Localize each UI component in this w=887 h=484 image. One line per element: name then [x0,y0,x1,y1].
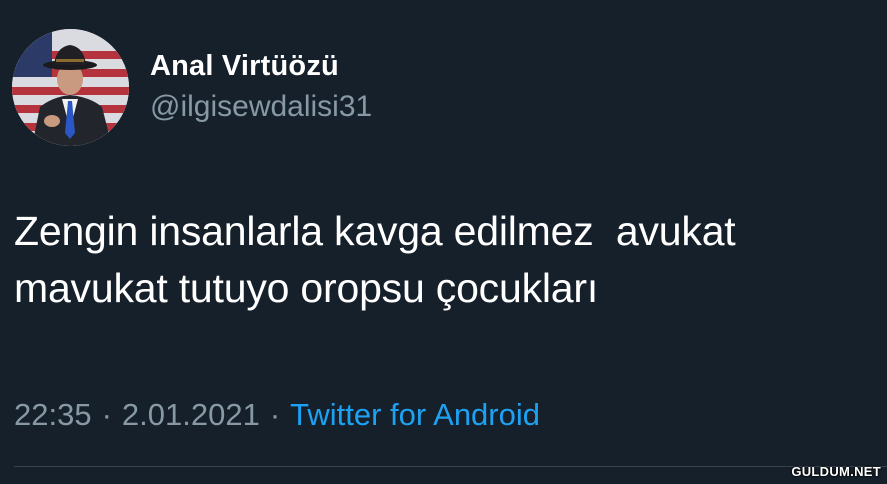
meta-separator: · [269,397,281,432]
meta-separator: · [101,397,112,432]
profile-photo-icon [12,29,129,146]
tweet-card: Anal Virtüözü @ilgisewdalisi31 Zengin in… [0,0,887,484]
divider [14,466,887,467]
display-name[interactable]: Anal Virtüözü [150,48,339,84]
user-handle[interactable]: @ilgisewdalisi31 [150,88,372,126]
tweet-date[interactable]: 2.01.2021 [122,397,260,432]
tweet-text: Zengin insanlarla kavga edilmez avukat m… [14,208,736,311]
watermark: GULDUM.NET [791,464,881,479]
tweet-time[interactable]: 22:35 [14,397,92,432]
tweet-meta: 22:35 · 2.01.2021 · Twitter for Android [14,395,540,435]
avatar[interactable] [12,29,129,146]
tweet-source-link[interactable]: Twitter for Android [290,397,540,432]
